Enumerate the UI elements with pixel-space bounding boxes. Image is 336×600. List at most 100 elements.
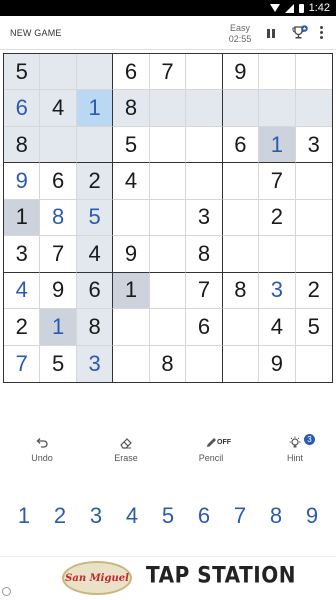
board-cell[interactable] — [76, 126, 114, 164]
erase-button[interactable]: Erase — [98, 436, 154, 463]
board-cell[interactable] — [149, 236, 187, 273]
board-cell[interactable]: 1 — [113, 272, 150, 310]
board-cell[interactable] — [40, 126, 77, 164]
board-cell[interactable]: 8 — [4, 126, 41, 164]
board-cell[interactable]: 8 — [76, 309, 114, 346]
number-button[interactable]: 7 — [225, 503, 255, 529]
board-cell[interactable]: 1 — [259, 126, 296, 164]
board-cell[interactable] — [113, 199, 150, 237]
board-cell[interactable]: 4 — [4, 272, 41, 310]
board-cell[interactable]: 2 — [4, 309, 41, 346]
board-cell[interactable] — [186, 163, 223, 200]
ad-info-icon[interactable] — [2, 587, 11, 596]
board-cell[interactable] — [296, 346, 332, 382]
pencil-button[interactable]: OFF Pencil — [183, 436, 239, 463]
board-cell[interactable]: 8 — [40, 199, 77, 237]
board-cell[interactable] — [149, 126, 187, 164]
pause-icon[interactable] — [267, 29, 275, 38]
board-cell[interactable] — [149, 163, 187, 200]
board-cell[interactable] — [222, 236, 260, 273]
number-button[interactable]: 4 — [117, 503, 147, 529]
board-cell[interactable]: 3 — [295, 127, 332, 164]
board-cell[interactable]: 6 — [76, 272, 114, 310]
number-button[interactable]: 3 — [81, 503, 111, 529]
board-cell[interactable]: 6 — [4, 90, 41, 127]
board-cell[interactable] — [295, 163, 332, 200]
board-cell[interactable]: 1 — [4, 199, 41, 237]
board-cell[interactable]: 1 — [40, 309, 77, 346]
board-cell[interactable]: 3 — [76, 345, 114, 382]
board-cell[interactable] — [222, 163, 260, 200]
board-cell[interactable] — [223, 345, 260, 382]
board-cell[interactable]: 9 — [40, 272, 77, 310]
board-cell[interactable]: 7 — [4, 345, 41, 382]
board-cell[interactable]: 9 — [113, 236, 150, 273]
board-cell[interactable]: 9 — [222, 54, 260, 91]
number-button[interactable]: 6 — [189, 503, 219, 529]
number-button[interactable]: 2 — [45, 503, 75, 529]
board-cell[interactable]: 5 — [4, 54, 41, 91]
board-cell[interactable]: 2 — [259, 199, 296, 237]
board-cell[interactable]: 4 — [259, 309, 296, 346]
board-cell[interactable] — [295, 54, 332, 91]
board-cell[interactable]: 8 — [150, 345, 187, 382]
board-cell[interactable]: 6 — [186, 309, 223, 346]
undo-button[interactable]: Undo — [14, 436, 70, 463]
board-cell[interactable] — [295, 236, 332, 273]
board-cell[interactable] — [76, 54, 114, 91]
board-cell[interactable] — [149, 199, 187, 237]
board-cell[interactable] — [113, 345, 150, 382]
board-cell[interactable] — [149, 90, 187, 127]
board-cell[interactable] — [222, 309, 260, 346]
board-cell[interactable]: 8 — [113, 90, 150, 127]
board-cell[interactable] — [40, 54, 77, 91]
board-cell[interactable]: 7 — [186, 272, 223, 310]
board-cell[interactable]: 3 — [4, 236, 41, 273]
board-cell[interactable]: 9 — [259, 345, 296, 382]
board-cell[interactable]: 3 — [186, 199, 223, 237]
board-cell[interactable]: 5 — [295, 309, 332, 346]
board-cell[interactable]: 2 — [76, 163, 114, 200]
board-cell[interactable] — [222, 199, 260, 237]
board-cell[interactable]: 7 — [259, 163, 296, 200]
trophy-icon[interactable] — [292, 25, 308, 41]
board-cell[interactable] — [149, 272, 187, 310]
board-cell[interactable] — [222, 90, 260, 127]
board-cell[interactable]: 9 — [4, 163, 41, 200]
board-cell[interactable]: 6 — [113, 54, 150, 91]
board-cell[interactable] — [149, 309, 187, 346]
new-game-button[interactable]: NEW GAME — [10, 28, 62, 38]
board-cell[interactable]: 6 — [40, 163, 77, 200]
board-cell[interactable]: 4 — [76, 236, 114, 273]
number-button[interactable]: 8 — [261, 503, 291, 529]
board-cell[interactable] — [186, 126, 223, 164]
board-cell[interactable]: 3 — [259, 272, 296, 310]
board-cell[interactable]: 6 — [222, 126, 260, 164]
ad-banner[interactable]: San Miguel TAP STATION — [0, 556, 336, 600]
board-cell[interactable]: 7 — [149, 54, 187, 91]
board-cell[interactable] — [186, 54, 223, 91]
board-cell[interactable]: 8 — [222, 272, 260, 310]
board-cell[interactable]: 5 — [113, 126, 150, 164]
board-cell[interactable]: 4 — [40, 90, 77, 127]
board-cell[interactable] — [295, 200, 332, 237]
board-cell[interactable] — [259, 236, 296, 273]
board-cell[interactable] — [186, 90, 223, 127]
board-cell[interactable]: 1 — [76, 90, 114, 127]
board-cell[interactable] — [186, 345, 223, 382]
hint-button[interactable]: 3 Hint — [267, 434, 323, 463]
board-cell[interactable]: 2 — [295, 273, 332, 310]
board-cell[interactable] — [259, 54, 296, 91]
number-button[interactable]: 5 — [153, 503, 183, 529]
board-cell[interactable] — [259, 90, 296, 127]
board-cell[interactable] — [113, 309, 150, 346]
number-button[interactable]: 1 — [9, 503, 39, 529]
board-cell[interactable]: 8 — [186, 236, 223, 273]
board-cell[interactable]: 4 — [113, 163, 150, 200]
board-cell[interactable]: 7 — [40, 236, 77, 273]
board-cell[interactable] — [295, 90, 332, 127]
more-vert-icon[interactable] — [320, 26, 324, 40]
board-cell[interactable]: 5 — [76, 199, 114, 237]
number-button[interactable]: 9 — [297, 503, 327, 529]
board-cell[interactable]: 5 — [40, 345, 77, 382]
